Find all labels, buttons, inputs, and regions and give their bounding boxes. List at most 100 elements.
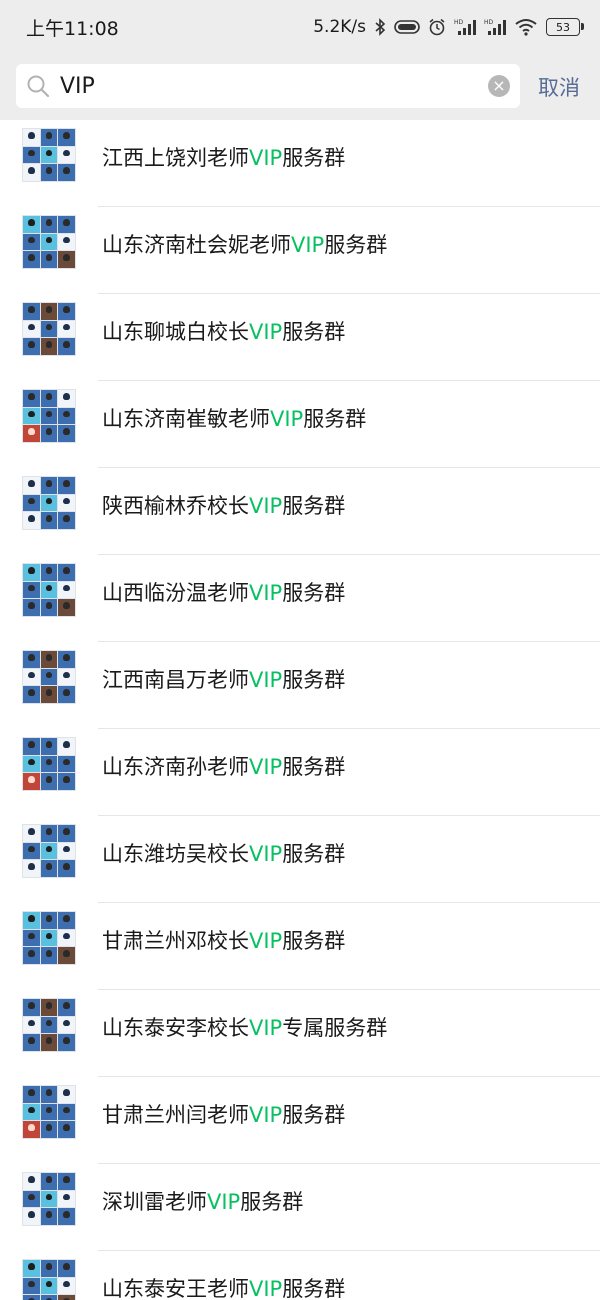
group-name: 甘肃兰州闫老师VIP服务群 bbox=[102, 1099, 345, 1129]
avatar-tile bbox=[40, 912, 58, 929]
result-row[interactable]: 深圳雷老师VIP服务群 bbox=[0, 1164, 600, 1251]
avatar-tile bbox=[23, 338, 40, 355]
avatar-tile bbox=[23, 825, 40, 842]
avatar-tile bbox=[58, 338, 75, 355]
group-name-suffix: 服务群 bbox=[282, 1277, 346, 1300]
avatar-tile bbox=[40, 999, 58, 1016]
group-name: 山东济南杜会妮老师VIP服务群 bbox=[102, 229, 387, 259]
avatar-tile bbox=[40, 251, 58, 268]
search-match-highlight: VIP bbox=[249, 494, 283, 518]
avatar-tile bbox=[58, 755, 75, 773]
avatar-tile bbox=[58, 1173, 75, 1190]
avatar-tile bbox=[40, 1086, 58, 1103]
avatar-tile bbox=[40, 129, 58, 146]
avatar-tile bbox=[40, 581, 58, 599]
avatar-tile bbox=[23, 1173, 40, 1190]
avatar-tile bbox=[58, 581, 75, 599]
result-row[interactable]: 山东济南孙老师VIP服务群 bbox=[0, 729, 600, 816]
avatar-tile bbox=[58, 929, 75, 947]
result-row[interactable]: 江西上饶刘老师VIP服务群 bbox=[0, 120, 600, 207]
group-name: 山东潍坊吴校长VIP服务群 bbox=[102, 838, 345, 868]
result-row[interactable]: 山东济南崔敏老师VIP服务群 bbox=[0, 381, 600, 468]
group-name-prefix: 山东济南杜会妮老师 bbox=[102, 233, 291, 257]
avatar-tile bbox=[40, 825, 58, 842]
battery-icon: 53 bbox=[546, 18, 584, 36]
group-name-prefix: 江西上饶刘老师 bbox=[102, 146, 249, 170]
clear-icon[interactable]: × bbox=[488, 75, 510, 97]
search-results-screen: 上午11:08 5.2K/s HD HD 53 VIP × 取消 江西上饶刘老师… bbox=[0, 0, 600, 1300]
search-match-highlight: VIP bbox=[249, 1277, 283, 1300]
search-match-highlight: VIP bbox=[249, 755, 283, 779]
group-avatar-icon bbox=[22, 215, 76, 269]
svg-text:HD: HD bbox=[484, 19, 494, 26]
search-input[interactable] bbox=[60, 64, 480, 108]
avatar-tile bbox=[58, 1103, 75, 1121]
group-avatar-icon bbox=[22, 476, 76, 530]
avatar-tile bbox=[40, 842, 58, 860]
group-name-prefix: 陕西榆林乔校长 bbox=[102, 494, 249, 518]
group-name-prefix: 甘肃兰州闫老师 bbox=[102, 1103, 249, 1127]
avatar-tile bbox=[58, 477, 75, 494]
avatar-tile bbox=[58, 494, 75, 512]
avatar-tile bbox=[58, 1034, 75, 1051]
search-match-highlight: VIP bbox=[270, 407, 304, 431]
search-match-highlight: VIP bbox=[249, 581, 283, 605]
avatar-tile bbox=[58, 216, 75, 233]
search-header: × 取消 bbox=[0, 54, 600, 120]
result-row[interactable]: 江西南昌万老师VIP服务群 bbox=[0, 642, 600, 729]
group-name-suffix: 服务群 bbox=[240, 1190, 304, 1214]
avatar-tile bbox=[23, 303, 40, 320]
avatar-tile bbox=[58, 686, 75, 703]
avatar-tile bbox=[23, 755, 40, 773]
avatar-tile bbox=[23, 929, 40, 947]
avatar-tile bbox=[23, 494, 40, 512]
result-row[interactable]: 山东泰安李校长VIP专属服务群 bbox=[0, 990, 600, 1077]
result-row[interactable]: 山东济南杜会妮老师VIP服务群 bbox=[0, 207, 600, 294]
result-row[interactable]: 山东泰安王老师VIP服务群 bbox=[0, 1251, 600, 1300]
status-icons: 5.2K/s HD HD 53 bbox=[313, 14, 584, 40]
result-row[interactable]: 甘肃兰州邓校长VIP服务群 bbox=[0, 903, 600, 990]
search-match-highlight: VIP bbox=[291, 233, 325, 257]
group-avatar-icon bbox=[22, 1085, 76, 1139]
avatar-tile bbox=[58, 1208, 75, 1225]
group-name: 山西临汾温老师VIP服务群 bbox=[102, 577, 345, 607]
group-name-suffix: 服务群 bbox=[282, 494, 346, 518]
avatar-tile bbox=[23, 686, 40, 703]
group-name: 山东济南崔敏老师VIP服务群 bbox=[102, 403, 366, 433]
avatar-tile bbox=[58, 164, 75, 181]
avatar-tile bbox=[40, 599, 58, 616]
group-avatar-icon bbox=[22, 824, 76, 878]
battery-level: 53 bbox=[556, 20, 570, 34]
cancel-button[interactable]: 取消 bbox=[538, 72, 580, 102]
avatar-tile bbox=[40, 146, 58, 164]
result-row[interactable]: 甘肃兰州闫老师VIP服务群 bbox=[0, 1077, 600, 1164]
avatar-tile bbox=[58, 1086, 75, 1103]
avatar-tile bbox=[58, 407, 75, 425]
avatar-tile bbox=[40, 390, 58, 407]
result-row[interactable]: 山东潍坊吴校长VIP服务群 bbox=[0, 816, 600, 903]
avatar-tile bbox=[23, 1277, 40, 1295]
avatar-tile bbox=[58, 912, 75, 929]
status-time: 上午11:08 bbox=[26, 18, 119, 40]
avatar-tile bbox=[23, 1208, 40, 1225]
search-box[interactable]: × bbox=[16, 64, 520, 108]
result-row[interactable]: 山西临汾温老师VIP服务群 bbox=[0, 555, 600, 642]
search-match-highlight: VIP bbox=[249, 929, 283, 953]
svg-text:HD: HD bbox=[454, 19, 464, 26]
avatar-tile bbox=[40, 512, 58, 529]
avatar-tile bbox=[23, 390, 40, 407]
avatar-tile bbox=[40, 929, 58, 947]
group-avatar-icon bbox=[22, 1172, 76, 1226]
avatar-tile bbox=[58, 773, 75, 790]
avatar-tile bbox=[58, 512, 75, 529]
group-name-suffix: 服务群 bbox=[282, 581, 346, 605]
avatar-tile bbox=[40, 564, 58, 581]
avatar-tile bbox=[23, 251, 40, 268]
avatar-tile bbox=[23, 1016, 40, 1034]
result-row[interactable]: 山东聊城白校长VIP服务群 bbox=[0, 294, 600, 381]
result-row[interactable]: 陕西榆林乔校长VIP服务群 bbox=[0, 468, 600, 555]
group-name-prefix: 山东泰安李校长 bbox=[102, 1016, 249, 1040]
toggle-icon bbox=[394, 19, 420, 35]
avatar-tile bbox=[23, 1086, 40, 1103]
avatar-tile bbox=[58, 129, 75, 146]
